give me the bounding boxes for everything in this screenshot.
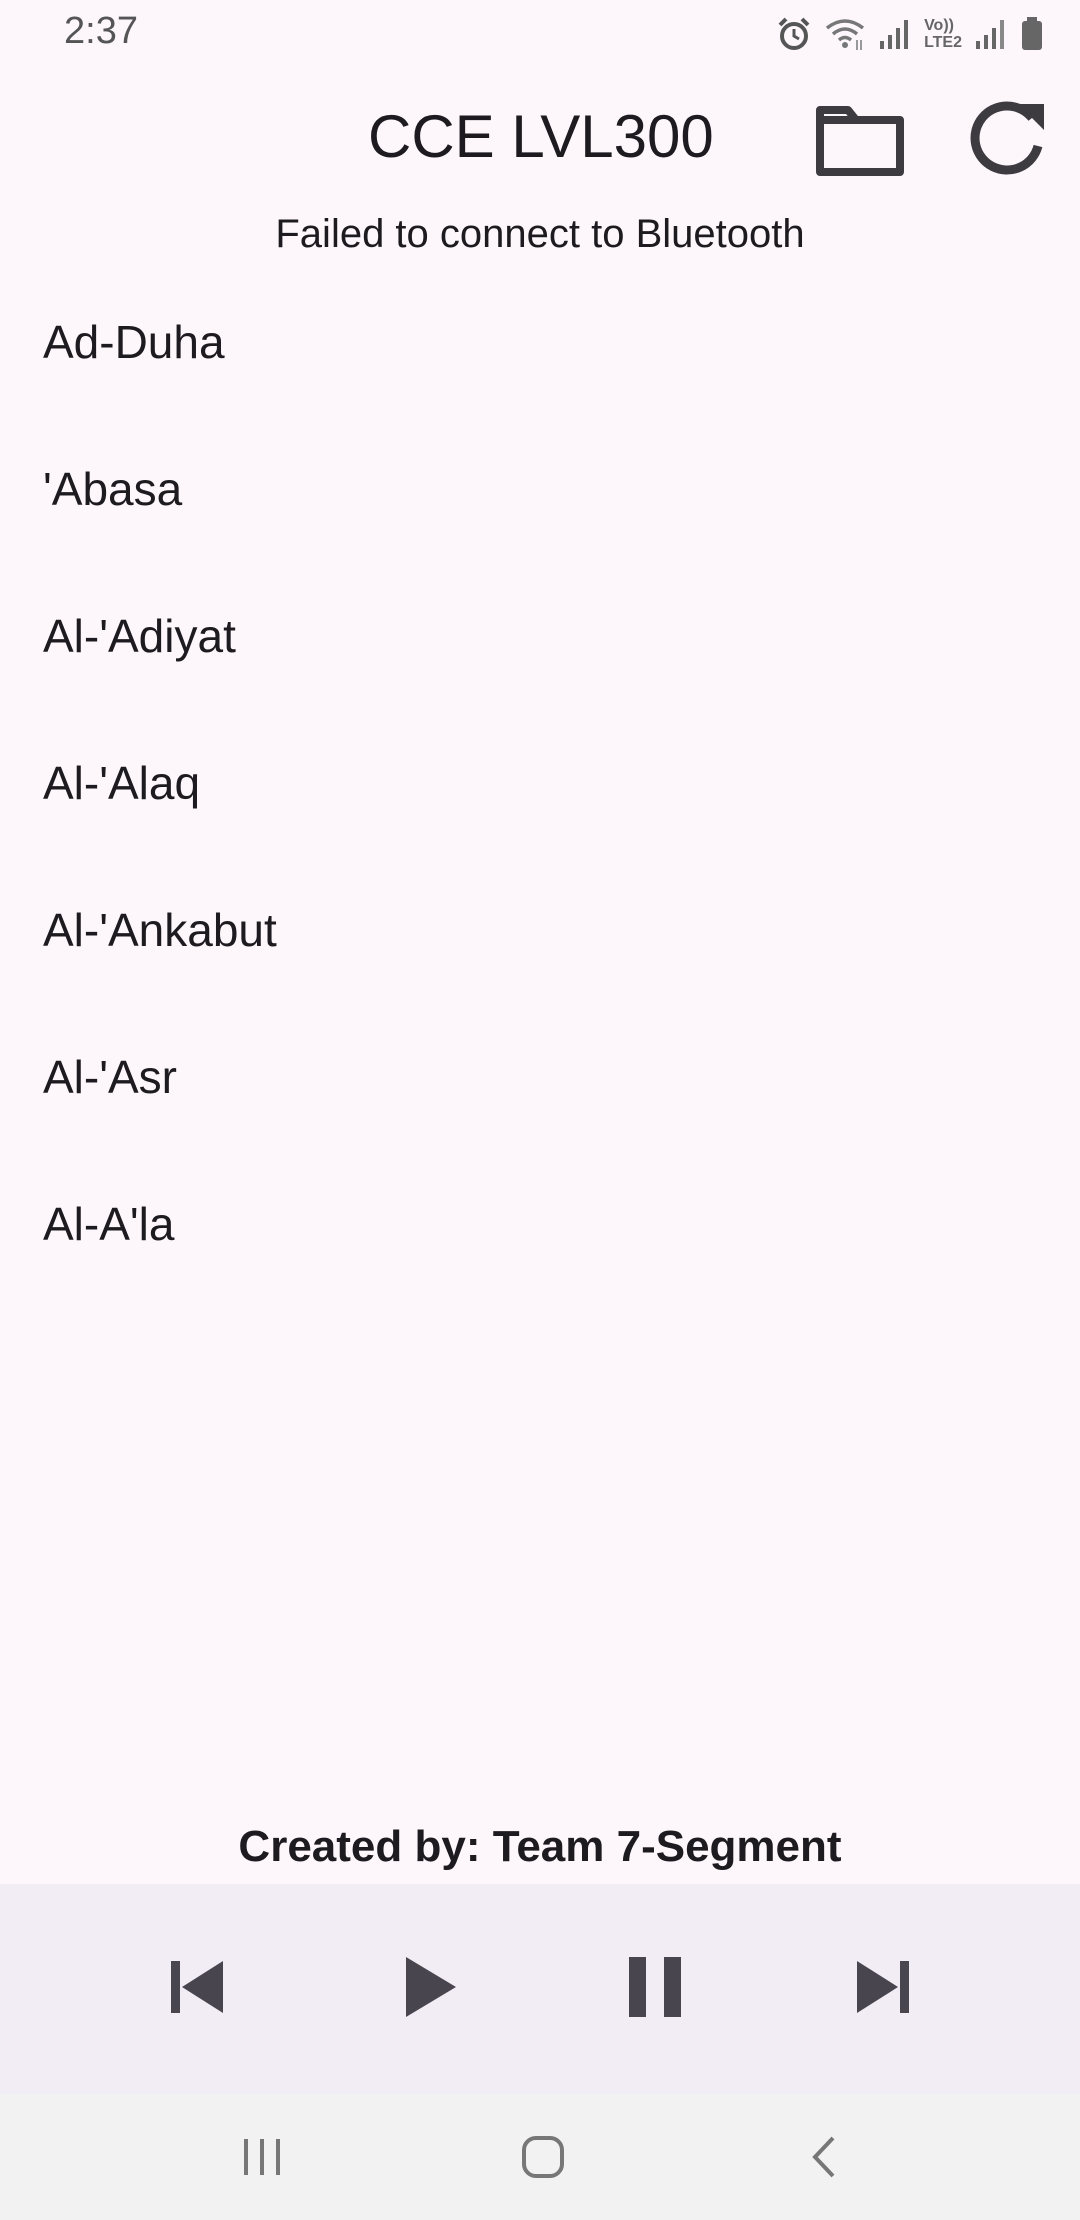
status-icons: Vo)) LTE2 xyxy=(776,14,1044,54)
song-title: Al-'Adiyat xyxy=(43,609,236,662)
song-title: 'Abasa xyxy=(43,462,183,515)
song-item-al-alaq[interactable]: Al-'Alaq xyxy=(0,709,1080,856)
song-item-al-ala[interactable]: Al-A'la xyxy=(0,1150,1080,1297)
play-button[interactable] xyxy=(375,1932,485,2042)
song-item-al-asr[interactable]: Al-'Asr xyxy=(0,1003,1080,1150)
song-item-abasa[interactable]: 'Abasa xyxy=(0,415,1080,562)
home-button[interactable] xyxy=(503,2122,583,2192)
recents-button[interactable] xyxy=(222,2122,302,2192)
signal-icon xyxy=(878,17,912,51)
home-icon xyxy=(522,2136,564,2178)
skip-next-button[interactable] xyxy=(828,1932,938,2042)
refresh-button[interactable] xyxy=(962,96,1052,186)
folder-icon xyxy=(816,106,904,176)
refresh-icon xyxy=(970,101,1044,175)
song-title: Ad-Duha xyxy=(43,315,225,368)
app-bar: CCE LVL300 xyxy=(0,68,1080,208)
player-controls xyxy=(0,1884,1080,2094)
song-item-al-adiyat[interactable]: Al-'Adiyat xyxy=(0,562,1080,709)
battery-icon xyxy=(1020,16,1044,52)
bluetooth-status: Failed to connect to Bluetooth xyxy=(275,212,805,256)
skip-previous-icon xyxy=(171,1961,223,2013)
song-list: Ad-Duha 'Abasa Al-'Adiyat Al-'Alaq Al-'A… xyxy=(0,268,1080,1297)
signal-icon-2 xyxy=(974,17,1008,51)
status-bar: 2:37 Vo)) LTE2 xyxy=(0,0,1080,68)
pause-icon xyxy=(629,1957,681,2017)
system-nav-bar xyxy=(0,2094,1080,2220)
volte-lte2-icon: Vo)) LTE2 xyxy=(924,17,962,51)
credit-text: Created by: Team 7-Segment xyxy=(238,1822,842,1871)
alarm-icon xyxy=(776,16,812,52)
open-folder-button[interactable] xyxy=(812,100,908,180)
skip-next-icon xyxy=(857,1961,909,2013)
song-title: Al-'Alaq xyxy=(43,756,201,809)
play-icon xyxy=(406,1957,456,2017)
pause-button[interactable] xyxy=(600,1932,710,2042)
back-button[interactable] xyxy=(784,2122,864,2192)
lte-label: LTE2 xyxy=(924,34,962,51)
app-title: CCE LVL300 xyxy=(368,103,714,170)
skip-previous-button[interactable] xyxy=(142,1932,252,2042)
song-title: Al-A'la xyxy=(43,1197,175,1250)
song-item-al-ankabut[interactable]: Al-'Ankabut xyxy=(0,856,1080,1003)
song-item-ad-duha[interactable]: Ad-Duha xyxy=(0,268,1080,415)
recents-icon xyxy=(244,2139,280,2175)
status-time: 2:37 xyxy=(64,10,138,52)
wifi-icon xyxy=(824,16,866,52)
volte-label: Vo)) xyxy=(924,17,954,34)
song-title: Al-'Asr xyxy=(43,1050,178,1103)
back-icon xyxy=(812,2136,835,2178)
song-title: Al-'Ankabut xyxy=(43,903,277,956)
